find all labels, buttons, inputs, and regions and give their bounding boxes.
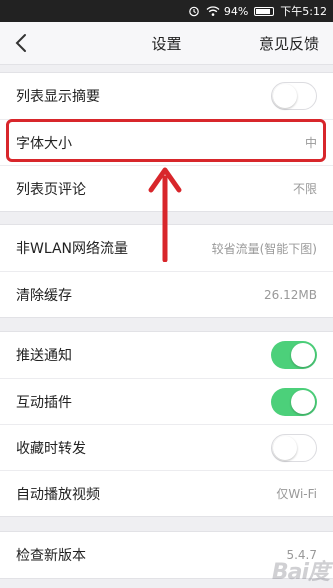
cache-size-value: 26.12MB xyxy=(264,287,317,302)
list-comment-label: 列表页评论 xyxy=(16,181,86,198)
favorite-forward-toggle[interactable] xyxy=(271,433,317,462)
mobile-data-label: 非WLAN网络流量 xyxy=(16,241,129,257)
settings-group-notifications: 推送通知 互动插件 收藏时转发 自动播放视频 仅Wi-Fi xyxy=(0,331,333,517)
alarm-icon xyxy=(188,5,200,17)
interactive-plugin-label: 互动插件 xyxy=(16,394,72,411)
push-notification-toggle[interactable] xyxy=(271,341,317,369)
autoplay-video-label: 自动播放视频 xyxy=(16,486,100,503)
watermark-logo: Bai度 xyxy=(271,560,330,585)
list-summary-label: 列表显示摘要 xyxy=(16,89,100,105)
check-update-label: 检查新版本 xyxy=(16,548,86,564)
toggle-knob xyxy=(273,84,297,108)
list-comment-value: 不限 xyxy=(292,182,317,196)
toggle-knob xyxy=(291,343,315,367)
wifi-icon xyxy=(206,5,220,17)
interactive-plugin-row[interactable]: 互动插件 xyxy=(0,378,333,424)
push-notification-row[interactable]: 推送通知 xyxy=(0,332,333,378)
font-size-highlight-box xyxy=(6,119,326,162)
battery-icon xyxy=(254,6,275,16)
navigation-bar: 设置 意见反馈 xyxy=(0,22,333,65)
favorite-forward-row[interactable]: 收藏时转发 xyxy=(0,424,333,470)
toggle-knob xyxy=(291,389,315,414)
annotation-arrow-icon xyxy=(148,167,182,262)
clear-cache-label: 清除缓存 xyxy=(16,287,72,304)
push-notification-label: 推送通知 xyxy=(16,348,72,364)
list-summary-row[interactable]: 列表显示摘要 xyxy=(0,73,333,119)
clear-cache-row[interactable]: 清除缓存 26.12MB xyxy=(0,271,333,317)
battery-percent: 94% xyxy=(223,4,249,18)
feedback-button[interactable]: 意见反馈 xyxy=(259,33,319,54)
mobile-data-value: 较省流量(智能下图) xyxy=(211,241,317,256)
autoplay-video-value: 仅Wi-Fi xyxy=(276,487,317,501)
status-bar: 94% 下午5:12 xyxy=(0,0,333,22)
clock: 下午5:12 xyxy=(280,5,327,18)
list-summary-toggle[interactable] xyxy=(271,82,317,110)
favorite-forward-label: 收藏时转发 xyxy=(16,440,86,457)
toggle-knob xyxy=(273,435,297,460)
interactive-plugin-toggle[interactable] xyxy=(271,387,317,416)
autoplay-video-row[interactable]: 自动播放视频 仅Wi-Fi xyxy=(0,470,333,516)
